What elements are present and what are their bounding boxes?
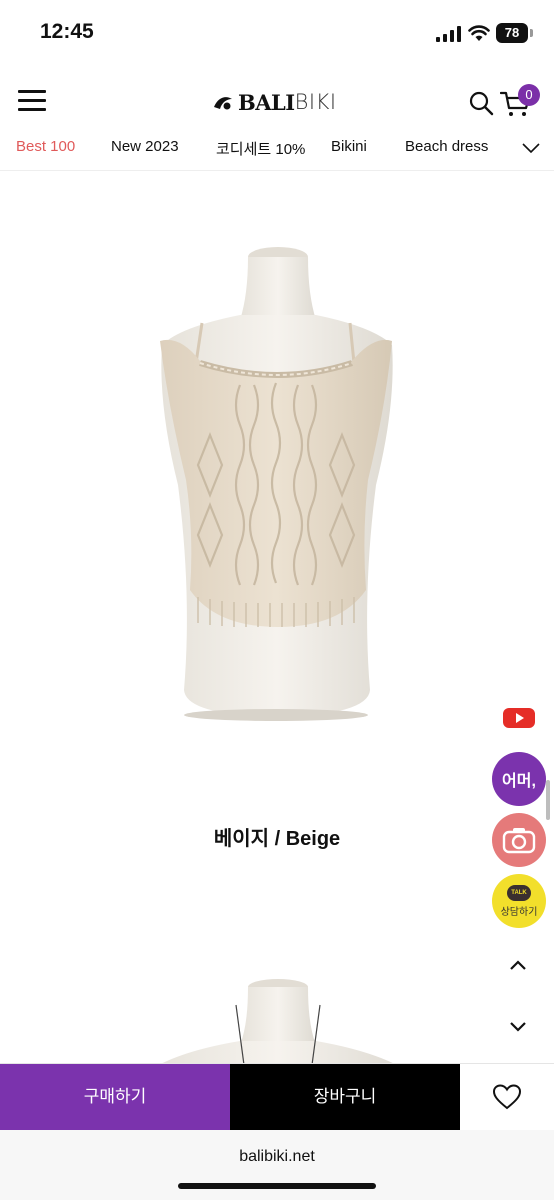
site-header: BALI BIKI [0, 72, 554, 132]
heart-icon [493, 1084, 521, 1110]
browser-url-bar[interactable]: balibiki.net [0, 1130, 554, 1200]
camera-icon [502, 828, 536, 854]
hamburger-menu-icon[interactable] [18, 88, 46, 112]
product-photo[interactable] [140, 235, 410, 725]
chevron-down-icon[interactable] [522, 142, 540, 154]
battery-level: 78 [496, 23, 528, 43]
wishlist-button[interactable] [460, 1064, 554, 1130]
chevron-down-icon-scroll[interactable] [508, 1020, 528, 1034]
status-time: 12:45 [40, 20, 94, 43]
battery-icon: 78 [496, 23, 534, 43]
category-bikini[interactable]: Bikini [331, 138, 367, 155]
bottom-action-bar: 구매하기 장바구니 [0, 1063, 554, 1130]
logo-text-sub: BIKI [294, 90, 337, 114]
logo-text-main: BALI [238, 89, 295, 115]
talk-consult-label: 상담하기 [500, 906, 538, 918]
category-coordi-set[interactable]: 코디세트 10% [216, 138, 305, 159]
home-indicator[interactable] [178, 1183, 376, 1189]
eomeo-label: 어머, [502, 773, 536, 790]
url-text[interactable]: balibiki.net [0, 1148, 554, 1166]
category-nav: Best 100 New 2023 코디세트 10% Bikini Beach … [0, 132, 554, 171]
eomeo-button[interactable]: 어머, [492, 752, 546, 806]
category-new-2023[interactable]: New 2023 [111, 138, 179, 155]
wifi-icon [468, 25, 490, 41]
category-best-100[interactable]: Best 100 [16, 138, 75, 155]
product-color-caption: 베이지 / Beige [213, 828, 341, 850]
buy-now-button[interactable]: 구매하기 [0, 1064, 230, 1130]
kakao-talk-consult-button[interactable]: TALK 상담하기 [492, 874, 546, 928]
logo-mark-icon [214, 97, 232, 110]
camera-button[interactable] [492, 813, 546, 867]
cart-count-badge: 0 [518, 84, 540, 106]
product-photo-2[interactable] [140, 975, 410, 1070]
category-beach-dress[interactable]: Beach dress [405, 138, 488, 155]
status-bar: 12:45 78 [0, 0, 554, 64]
add-to-cart-button[interactable]: 장바구니 [230, 1064, 460, 1130]
site-logo[interactable]: BALI BIKI [212, 88, 337, 116]
search-icon[interactable] [468, 90, 494, 116]
talk-bubble-icon: TALK [507, 884, 531, 901]
page-scrollbar[interactable] [546, 780, 550, 820]
cellular-signal-icon [436, 26, 461, 42]
youtube-icon[interactable] [503, 706, 535, 730]
chevron-up-icon[interactable] [508, 958, 528, 972]
